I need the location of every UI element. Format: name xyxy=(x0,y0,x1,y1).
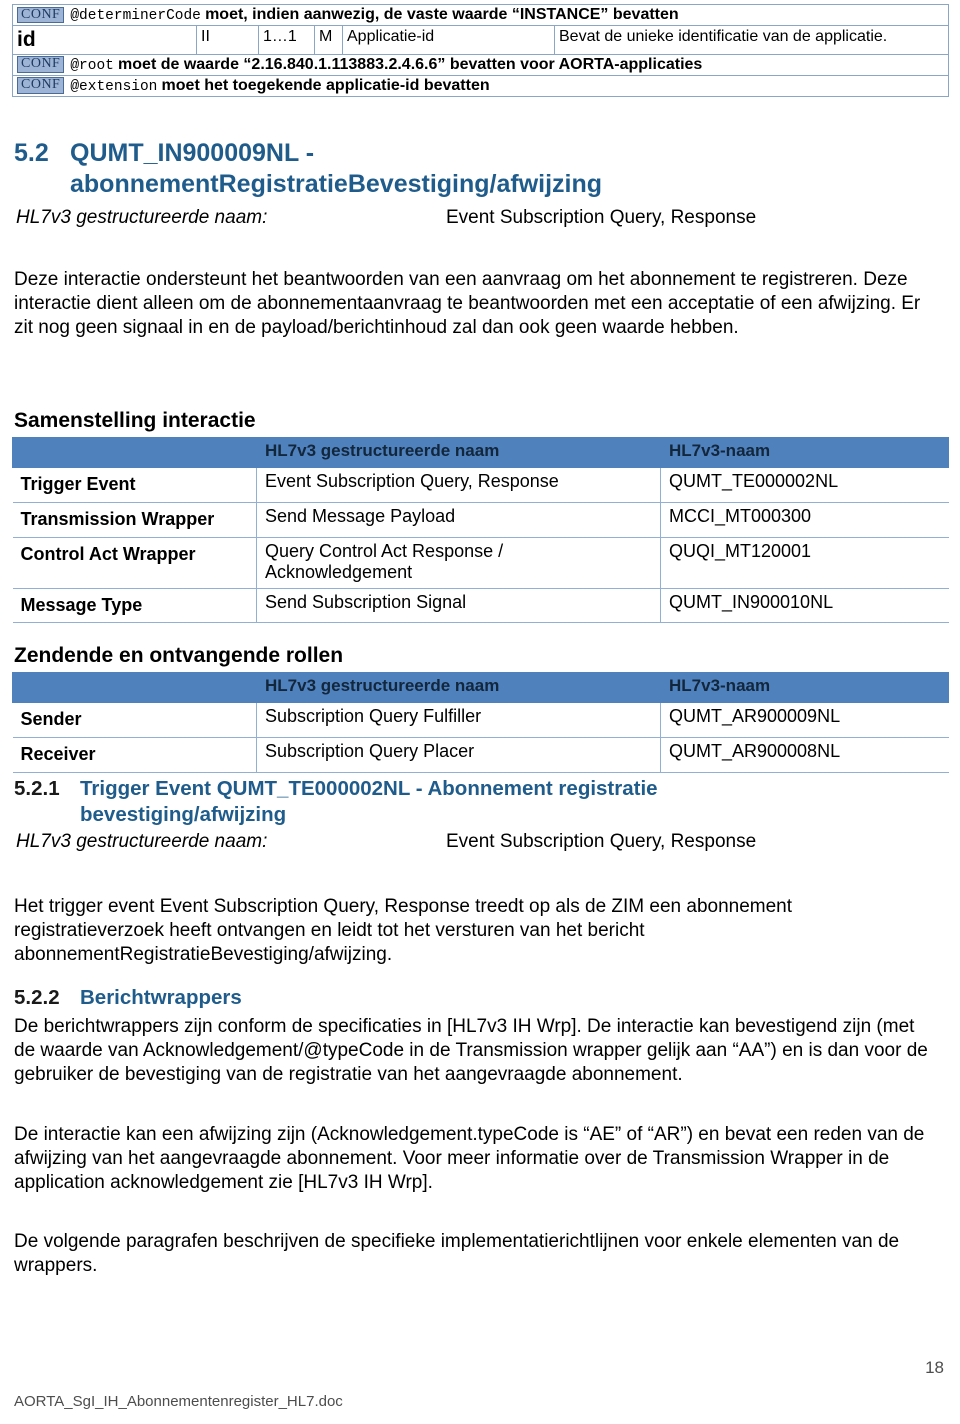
conf-text: moet het toegekende applicatie-id bevatt… xyxy=(161,76,490,94)
row-value-hl7-name: QUMT_AR900008NL xyxy=(660,736,949,773)
paragraph-5-2-body: Deze interactie ondersteunt het beantwoo… xyxy=(14,269,921,338)
subtitle-value: Event Subscription Query, Response xyxy=(446,831,757,852)
table-row-conf-root: CONF @root moet de waarde “2.16.840.1.113… xyxy=(11,53,950,76)
heading-5-2-title-line1: QUMT_IN900009NL - xyxy=(70,139,315,167)
row-label-receiver: Receiver xyxy=(12,736,257,773)
heading-5-2-2-title: Berichtwrappers xyxy=(80,986,242,1009)
row-value-structured-name: Subscription Query Placer xyxy=(256,736,661,773)
row-value-hl7-name: QUMT_AR900009NL xyxy=(660,702,949,738)
row-value-hl7-name: QUMT_IN900010NL xyxy=(660,587,949,624)
attribute-datatype: II xyxy=(196,25,259,55)
conf-text: moet de waarde “2.16.840.1.113883.2.4.6.… xyxy=(118,55,703,73)
conf-cell: CONF @determinerCode moet, indien aanwezi… xyxy=(11,3,950,27)
document-page: CONF @determinerCode moet, indien aanwezi… xyxy=(0,0,960,1424)
attribute-description: Bevat de unieke identificatie van de app… xyxy=(553,25,950,55)
row-label-sender: Sender xyxy=(12,702,257,738)
attribute-label: Applicatie-id xyxy=(342,25,555,55)
heading-5-2-1-number: 5.2.1 xyxy=(14,777,60,800)
attribute-name: id xyxy=(12,25,197,55)
heading-5-2-1: 5.2.1 Trigger Event QUMT_TE000002NL - Ab… xyxy=(14,776,914,827)
rollen-table: HL7v3 gestructureerde naam HL7v3-naam Se… xyxy=(12,672,949,773)
column-header-blank xyxy=(12,672,257,703)
row-value-hl7-name: QUMT_TE000002NL xyxy=(660,467,949,503)
table-row-conf-extension: CONF @extension moet het toegekende appli… xyxy=(11,74,950,97)
column-header-hl7-name: HL7v3-naam xyxy=(660,437,949,468)
row-value-structured-name: Query Control Act Response / Acknowledge… xyxy=(256,536,661,589)
table-row: Transmission Wrapper Send Message Payloa… xyxy=(12,501,949,538)
row-label-message-type: Message Type xyxy=(12,587,257,624)
column-header-structured-name: HL7v3 gestructureerde naam xyxy=(256,672,661,703)
heading-5-2: 5.2 QUMT_IN900009NL - abonnementRegistra… xyxy=(14,138,864,199)
paragraph-5-2-2-1: De berichtwrappers zijn conform de speci… xyxy=(14,1016,928,1085)
table-header-row: HL7v3 gestructureerde naam HL7v3-naam xyxy=(12,672,949,703)
attribute-cardinality: 1…1 xyxy=(258,25,315,55)
samenstelling-table: HL7v3 gestructureerde naam HL7v3-naam Tr… xyxy=(12,437,949,624)
conf-badge: CONF xyxy=(17,56,65,73)
subtitle-label: HL7v3 gestructureerde naam: xyxy=(16,831,268,852)
row-value-hl7-name: QUQI_MT120001 xyxy=(660,536,949,589)
row-value-hl7-name: MCCI_MT000300 xyxy=(660,501,949,538)
conf-code: @root xyxy=(70,57,114,74)
paragraph-5-2-1-body: Het trigger event Event Subscription Que… xyxy=(14,896,793,965)
heading-5-2-title-line2: abonnementRegistratieBevestiging/afwijzi… xyxy=(70,169,603,198)
table-row: Receiver Subscription Query Placer QUMT_… xyxy=(12,736,949,773)
table-row-conf-determinercode: CONF @determinerCode moet, indien aanwezi… xyxy=(11,3,950,27)
section-heading-samenstelling: Samenstelling interactie xyxy=(14,409,256,432)
paragraph-5-2-2-2: De interactie kan een afwijzing zijn (Ac… xyxy=(14,1124,925,1193)
row-label-control-act-wrapper: Control Act Wrapper xyxy=(12,536,257,589)
section-heading-rollen: Zendende en ontvangende rollen xyxy=(14,644,344,667)
table-row: Trigger Event Event Subscription Query, … xyxy=(12,467,949,503)
column-header-blank xyxy=(12,437,257,468)
conf-cell: CONF @root moet de waarde “2.16.840.1.113… xyxy=(11,53,950,76)
conf-cell: CONF @extension moet het toegekende appli… xyxy=(11,74,950,97)
heading-5-2-number: 5.2 xyxy=(14,139,49,167)
row-value-structured-name: Send Subscription Signal xyxy=(256,587,661,624)
heading-5-2-2-number: 5.2.2 xyxy=(14,986,60,1009)
conf-badge: CONF xyxy=(17,6,65,24)
heading-5-2-2: 5.2.2 Berichtwrappers xyxy=(14,985,914,1011)
table-row-attribute-id: id II 1…1 M Applicatie-id Bevat de uniek… xyxy=(12,25,950,55)
attribute-table: CONF @determinerCode moet, indien aanwezi… xyxy=(11,3,950,97)
conf-text: moet, indien aanwezig, de vaste waarde “… xyxy=(205,6,679,23)
paragraph-5-2-2-3: De volgende paragrafen beschrijven de sp… xyxy=(14,1231,900,1276)
heading-5-2-1-title-line1: Trigger Event QUMT_TE000002NL - Abonneme… xyxy=(80,777,658,800)
conf-code: @extension xyxy=(70,78,158,95)
table-row: Sender Subscription Query Fulfiller QUMT… xyxy=(12,702,949,738)
attribute-usage: M xyxy=(314,25,343,55)
subtitle-5-2: HL7v3 gestructureerde naam: Event Subscr… xyxy=(16,207,916,233)
table-row: Control Act Wrapper Query Control Act Re… xyxy=(12,536,949,589)
table-header-row: HL7v3 gestructureerde naam HL7v3-naam xyxy=(12,437,949,468)
row-value-structured-name: Event Subscription Query, Response xyxy=(256,467,661,503)
row-label-trigger-event: Trigger Event xyxy=(12,467,257,503)
table-row: Message Type Send Subscription Signal QU… xyxy=(12,587,949,624)
row-value-structured-name: Send Message Payload xyxy=(256,501,661,538)
subtitle-5-2-1: HL7v3 gestructureerde naam: Event Subscr… xyxy=(16,831,916,857)
row-label-transmission-wrapper: Transmission Wrapper xyxy=(12,501,257,538)
column-header-hl7-name: HL7v3-naam xyxy=(660,672,949,703)
page-number: 18 xyxy=(925,1358,944,1377)
subtitle-value: Event Subscription Query, Response xyxy=(446,207,757,228)
column-header-structured-name: HL7v3 gestructureerde naam xyxy=(256,437,661,468)
heading-5-2-1-title-line2: bevestiging/afwijzing xyxy=(80,802,287,826)
footer-file-name: AORTA_SgI_IH_Abonnementenregister_HL7.do… xyxy=(14,1393,343,1410)
conf-code: @determinerCode xyxy=(70,7,201,24)
row-value-structured-name: Subscription Query Fulfiller xyxy=(256,702,661,738)
subtitle-label: HL7v3 gestructureerde naam: xyxy=(16,207,268,228)
conf-badge: CONF xyxy=(17,77,65,95)
